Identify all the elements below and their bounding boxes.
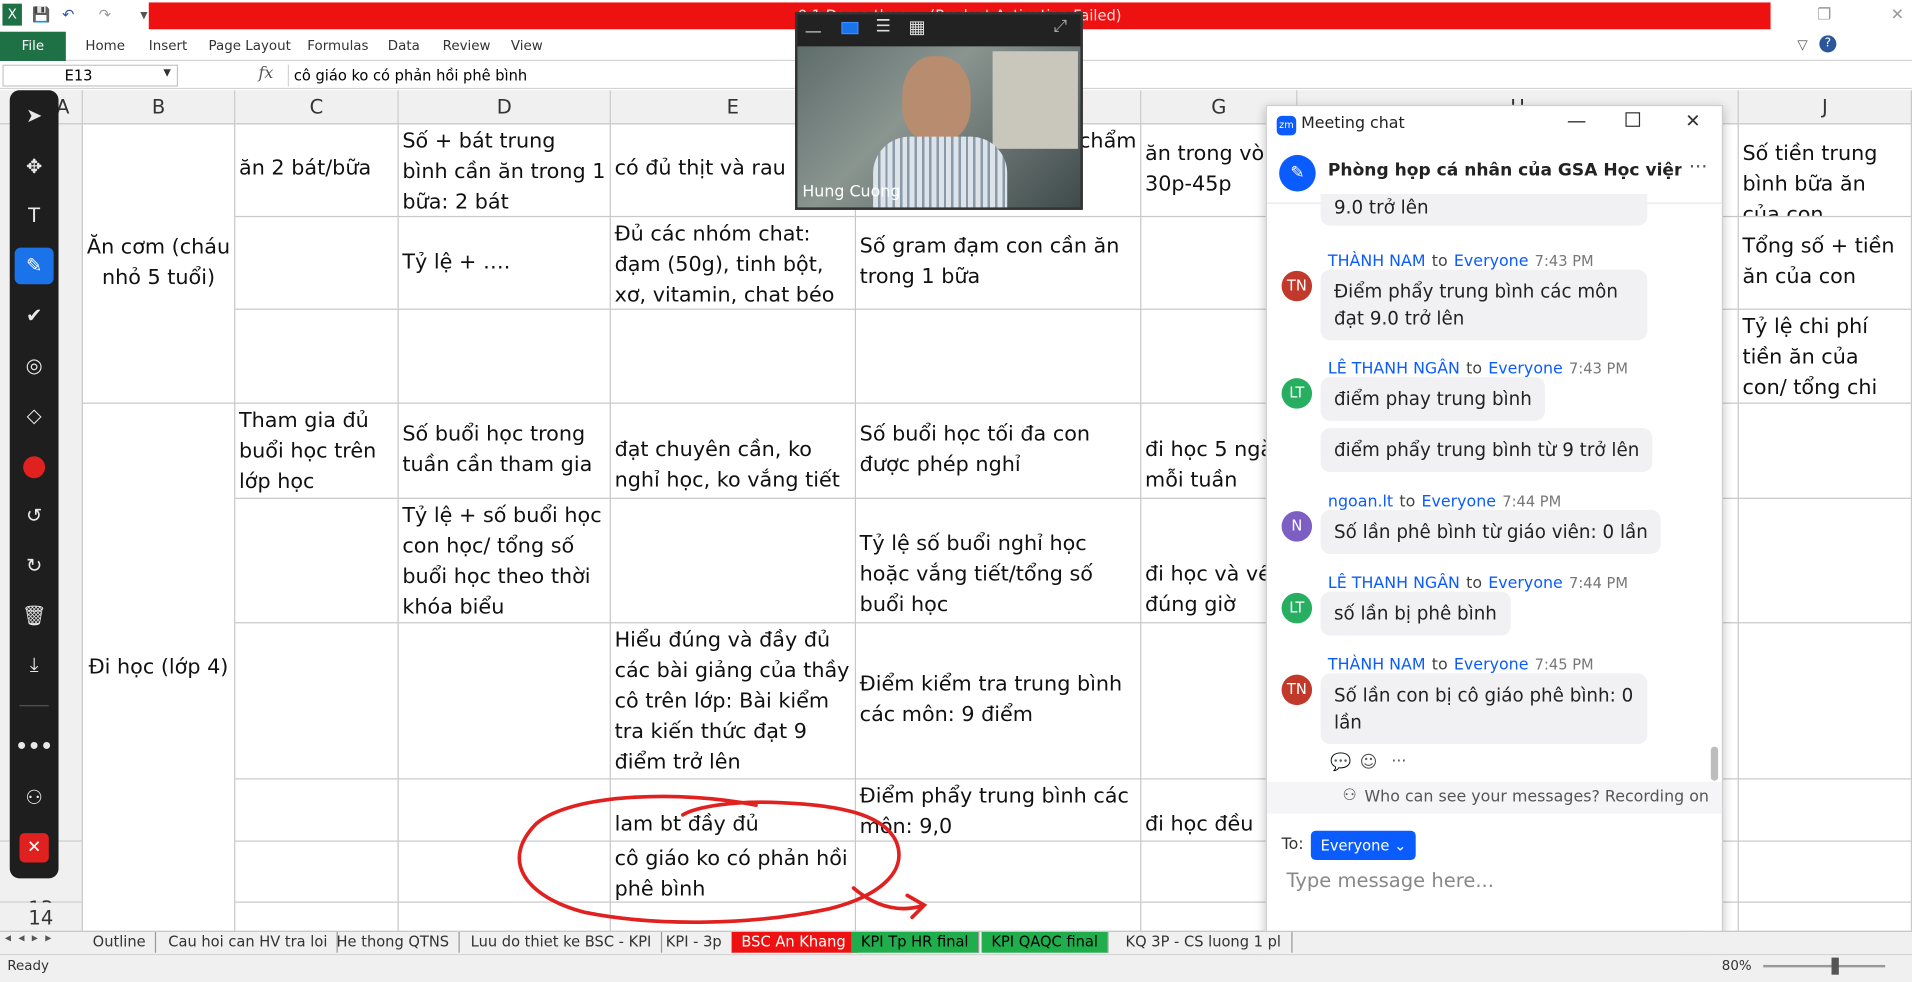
sheet-tab[interactable]: Cau hoi can HV tra loi: [159, 931, 339, 953]
video-face: [902, 56, 971, 142]
close-annotation-icon[interactable]: ✕: [19, 833, 49, 863]
chat-sender[interactable]: THÀNH NAM: [1328, 656, 1426, 674]
stamp-check-icon[interactable]: ✔: [10, 298, 59, 335]
chat-time: 7:44 PM: [1569, 574, 1628, 592]
chat-to: to: [1399, 492, 1416, 512]
recipient-value: Everyone: [1320, 836, 1390, 854]
sheet-tab[interactable]: KQ 3P - CS luong 1 pl: [1116, 931, 1292, 953]
chat-bubble-partial: 9.0 trở lên: [1320, 193, 1648, 226]
chat-time: 7:43 PM: [1534, 252, 1594, 270]
chat-meta-3: ngoan.lt to Everyone 7:44 PM: [1328, 488, 1561, 511]
message-more-icon[interactable]: ···: [1391, 753, 1406, 771]
chat-message: số lần bị phê bình: [1320, 591, 1511, 636]
chat-sender[interactable]: LÊ THANH NGÂN: [1328, 360, 1460, 378]
sheet-tab[interactable]: KPI QAQC final: [981, 931, 1109, 953]
save-download-icon[interactable]: ⤓: [10, 647, 59, 684]
chat-target: Everyone: [1488, 359, 1563, 379]
chat-to: to: [1466, 574, 1483, 593]
status-bar: [0, 953, 1912, 982]
maximize-chat-icon[interactable]: [1625, 112, 1641, 127]
spotlight-icon[interactable]: ◎: [10, 348, 59, 385]
color-red-icon[interactable]: [23, 456, 46, 479]
text-icon[interactable]: T: [10, 198, 59, 235]
user-icon[interactable]: ⚇: [10, 780, 59, 817]
zoom-level[interactable]: 80%: [1722, 958, 1752, 974]
chat-message: điểm phẩy trung bình từ 9 trở lên: [1320, 428, 1653, 473]
gallery-view-icon[interactable]: ▦: [908, 16, 925, 38]
chat-to: to: [1466, 359, 1483, 379]
chat-time: 7:43 PM: [1569, 359, 1628, 377]
chat-message: Số lần phê bình từ giáo viên: 0 lần: [1320, 509, 1662, 554]
chat-meta-1: THÀNH NAM to Everyone 7:43 PM: [1328, 248, 1594, 271]
new-chat-icon[interactable]: ✎: [1279, 154, 1316, 192]
delete-icon[interactable]: 🗑: [10, 598, 59, 635]
sheet-tab[interactable]: BSC An Khang: [731, 931, 857, 953]
avatar[interactable]: TN: [1281, 674, 1313, 706]
chat-target: Everyone: [1488, 574, 1563, 593]
chat-sender[interactable]: ngoan.lt: [1328, 493, 1393, 511]
participant-name: Hung Cuong: [802, 182, 901, 202]
sheet-tab[interactable]: KPI Tp HR final: [851, 931, 980, 953]
chat-target: Everyone: [1453, 252, 1529, 271]
chat-message: điểm phay trung bình: [1320, 376, 1546, 421]
meeting-chat-window: zm Meeting chat — ✕ ✎ Phòng họp cá nhân …: [1265, 104, 1723, 972]
avatar[interactable]: TN: [1281, 270, 1313, 302]
speaker-view-icon[interactable]: [841, 21, 859, 35]
redo-annotation-icon[interactable]: ↻: [10, 548, 59, 585]
chat-message: Số lần con bị cô giáo phê bình: 0 lần: [1320, 673, 1648, 745]
chat-sender[interactable]: LÊ THANH NGÂN: [1328, 575, 1460, 593]
minimize-chat-icon[interactable]: —: [1567, 109, 1587, 132]
video-controls: [797, 14, 1081, 47]
close-chat-icon[interactable]: ✕: [1685, 110, 1700, 132]
minimize-video-icon[interactable]: —: [805, 22, 822, 42]
chat-time: 7:45 PM: [1534, 656, 1594, 674]
sheet-tab[interactable]: He thong QTNS: [327, 931, 461, 953]
sheet-tab[interactable]: Luu do thiet ke BSC - KPI: [461, 931, 663, 953]
zoom-slider[interactable]: [1763, 964, 1886, 968]
sheet-tab[interactable]: KPI - 3p: [656, 931, 733, 953]
chat-meta-2: LÊ THANH NGÂN to Everyone 7:43 PM: [1328, 355, 1628, 378]
avatar[interactable]: N: [1281, 511, 1313, 542]
stacked-view-icon[interactable]: ☰: [876, 17, 891, 37]
zoom-logo-icon: zm: [1276, 115, 1297, 136]
emoji-react-icon[interactable]: ☺: [1360, 753, 1378, 773]
chat-title: Meeting chat: [1301, 114, 1405, 133]
sheet-nav-icons[interactable]: ◂◂▸▸: [5, 932, 59, 945]
chevron-down-icon: ⌄: [1394, 836, 1407, 854]
recipient-dropdown[interactable]: Everyone ⌄: [1310, 830, 1417, 861]
video-bg-shelf: [992, 51, 1078, 149]
expand-video-icon[interactable]: ⤢: [1054, 17, 1068, 37]
avatar[interactable]: LT: [1281, 592, 1313, 624]
toolbar-divider: [19, 705, 49, 707]
chat-target: Everyone: [1421, 492, 1497, 512]
sheet-tab[interactable]: Outline: [83, 931, 157, 953]
zoom-slider-thumb[interactable]: [1831, 957, 1839, 975]
chat-message: Điểm phẩy trung bình các môn đạt 9.0 trở…: [1320, 269, 1648, 341]
eraser-icon[interactable]: ◇: [10, 398, 59, 435]
more-icon[interactable]: •••: [10, 728, 59, 765]
chat-to: to: [1431, 252, 1448, 271]
arrow-stroke: [851, 886, 928, 920]
chat-room-name[interactable]: Phòng họp cá nhân của GSA Học viện nhân …: [1328, 161, 1682, 181]
to-label: To:: [1281, 835, 1304, 854]
chat-more-icon[interactable]: ···: [1689, 155, 1708, 178]
visibility-icon[interactable]: ⚇: [1343, 787, 1357, 805]
chat-meta-5: THÀNH NAM to Everyone 7:45 PM: [1328, 651, 1594, 674]
move-icon[interactable]: ✥: [10, 149, 59, 186]
chat-sender[interactable]: THÀNH NAM: [1328, 253, 1426, 271]
undo-annotation-icon[interactable]: ↺: [10, 498, 59, 535]
chat-to: to: [1431, 656, 1448, 675]
status-ready: Ready: [7, 957, 49, 974]
reply-icon[interactable]: 💬: [1330, 753, 1351, 773]
visibility-text[interactable]: Who can see your messages? Recording on: [1364, 788, 1708, 806]
chat-target: Everyone: [1453, 656, 1529, 675]
pen-icon[interactable]: ✎: [14, 247, 54, 285]
chat-scrollbar[interactable]: [1710, 746, 1719, 781]
avatar[interactable]: LT: [1281, 378, 1313, 409]
circle-stroke: [517, 794, 901, 925]
chat-time: 7:44 PM: [1502, 492, 1562, 510]
chat-meta-4: LÊ THANH NGÂN to Everyone 7:44 PM: [1328, 570, 1628, 593]
select-pointer-icon[interactable]: ➤: [10, 98, 59, 135]
message-input[interactable]: Type message here...: [1286, 869, 1493, 892]
